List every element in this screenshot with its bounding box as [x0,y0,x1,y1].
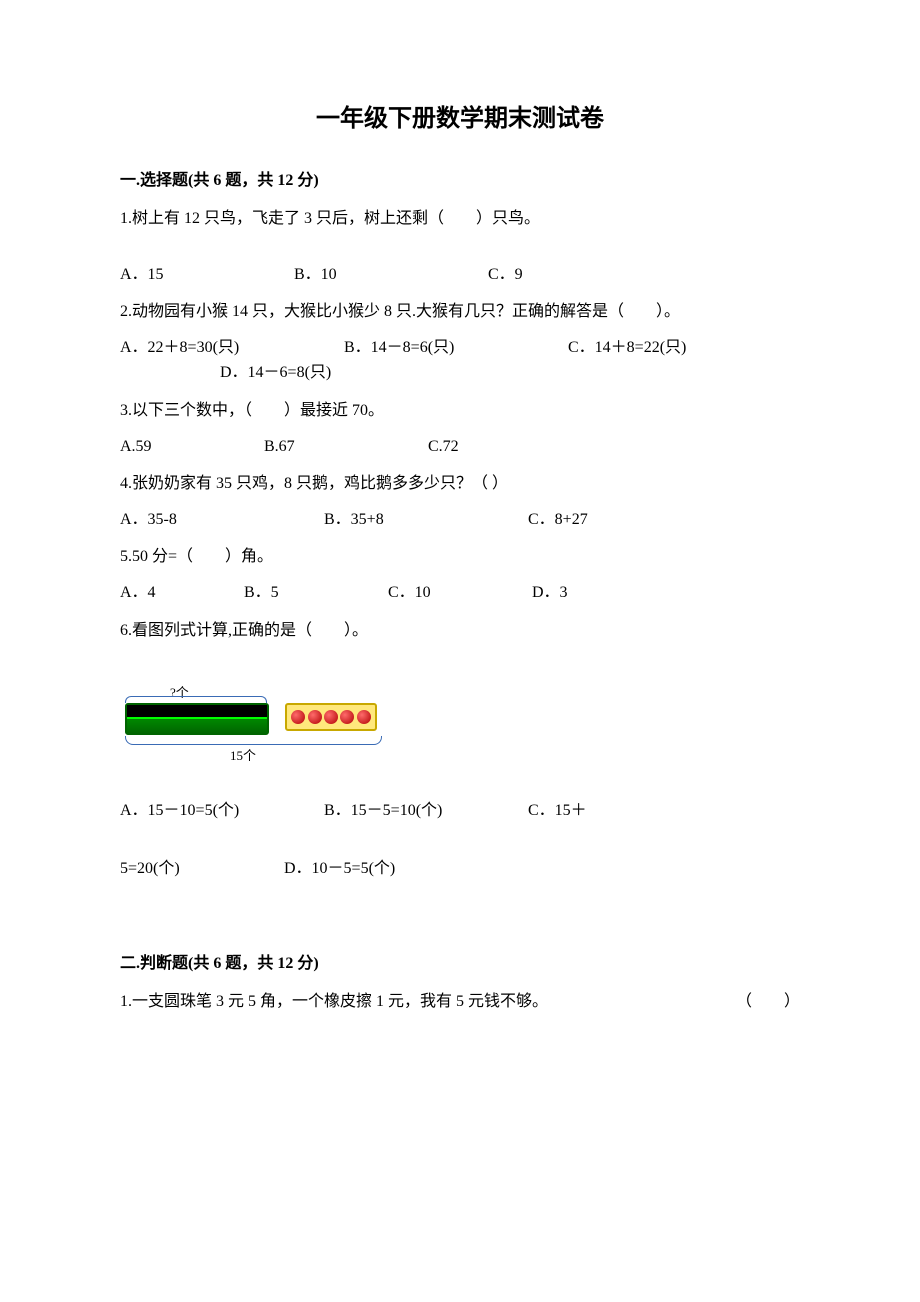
q3-optA: A.59 [120,434,260,460]
spacer [120,242,800,262]
q6-total: 15个 [230,746,256,767]
q6-line2b: D．10－5=5(个) [284,856,395,882]
q6-text: 6.看图列式计算,正确的是（ ）。 [120,618,800,644]
q1-optA: A．15 [120,262,290,288]
q3-optC: C.72 [428,434,459,460]
q3-optB: B.67 [264,434,424,460]
section2-header: 二.判断题(共 6 题，共 12 分) [120,951,800,977]
q2-text: 2.动物园有小猴 14 只，大猴比小猴少 8 只.大猴有几只？正确的解答是（ ）… [120,299,800,325]
q1-options: A．15 B．10 C．9 [120,262,800,288]
q6-optB: B．15－5=10(个) [324,798,524,824]
q5-text: 5.50 分=（ ）角。 [120,544,800,570]
ball-icon [324,710,338,724]
q4-text: 4.张奶奶家有 35 只鸡，8 只鹅，鸡比鹅多多少只？（ ） [120,471,800,497]
exam-page: 一年级下册数学期末测试卷 一.选择题(共 6 题，共 12 分) 1.树上有 1… [0,0,920,1302]
brace-bottom-icon [125,736,382,745]
q2-optD: D．14－6=8(只) [220,360,331,386]
section1-header: 一.选择题(共 6 题，共 12 分) [120,168,800,194]
q5-optB: B．5 [244,580,384,606]
q1-optB: B．10 [294,262,484,288]
q1-optC: C．9 [488,262,523,288]
ball-icon [340,710,354,724]
diagram: ?个 15个 [120,683,390,768]
spacer [120,653,800,673]
q6-options-line2: 5=20(个) D．10－5=5(个) [120,856,800,882]
q4-optA: A．35-8 [120,507,320,533]
spacer [120,836,800,856]
s2q1-text: 1.一支圆珠笔 3 元 5 角，一个橡皮擦 1 元，我有 5 元钱不够。 [120,993,548,1010]
green-box-icon [125,703,269,735]
q5-optA: A．4 [120,580,240,606]
q2-optC: C．14＋8=22(只) [568,335,686,361]
q2-optA: A．22＋8=30(只) [120,335,340,361]
q3-text: 3.以下三个数中，（ ）最接近 70。 [120,398,800,424]
spacer [120,913,800,933]
q2-options: A．22＋8=30(只) B．14－8=6(只) C．14＋8=22(只) D．… [120,335,800,386]
q3-options: A.59 B.67 C.72 [120,434,800,460]
q6-optC: C．15＋ [528,798,587,824]
q5-options: A．4 B．5 C．10 D．3 [120,580,800,606]
q5-optC: C．10 [388,580,528,606]
q6-optA: A．15－10=5(个) [120,798,320,824]
q2-optB: B．14－8=6(只) [344,335,564,361]
ball-icon [291,710,305,724]
exam-title: 一年级下册数学期末测试卷 [120,100,800,138]
q6-line2a: 5=20(个) [120,856,280,882]
spacer [120,893,800,913]
spacer [120,778,800,798]
s2q1: 1.一支圆珠笔 3 元 5 角，一个橡皮擦 1 元，我有 5 元钱不够。 （ ） [120,989,800,1015]
ball-icon [357,710,371,724]
q1-text: 1.树上有 12 只鸟，飞走了 3 只后，树上还剩（ ）只鸟。 [120,206,800,232]
q4-options: A．35-8 B．35+8 C．8+27 [120,507,800,533]
ball-icon [308,710,322,724]
q4-optC: C．8+27 [528,507,588,533]
q6-figure: ?个 15个 [120,683,800,768]
q5-optD: D．3 [532,580,568,606]
s2q1-blank: （ ） [736,989,800,1015]
brace-top-icon [125,696,267,703]
q6-options-line1: A．15－10=5(个) B．15－5=10(个) C．15＋ [120,798,800,824]
q4-optB: B．35+8 [324,507,524,533]
yellow-box-icon [285,703,377,731]
